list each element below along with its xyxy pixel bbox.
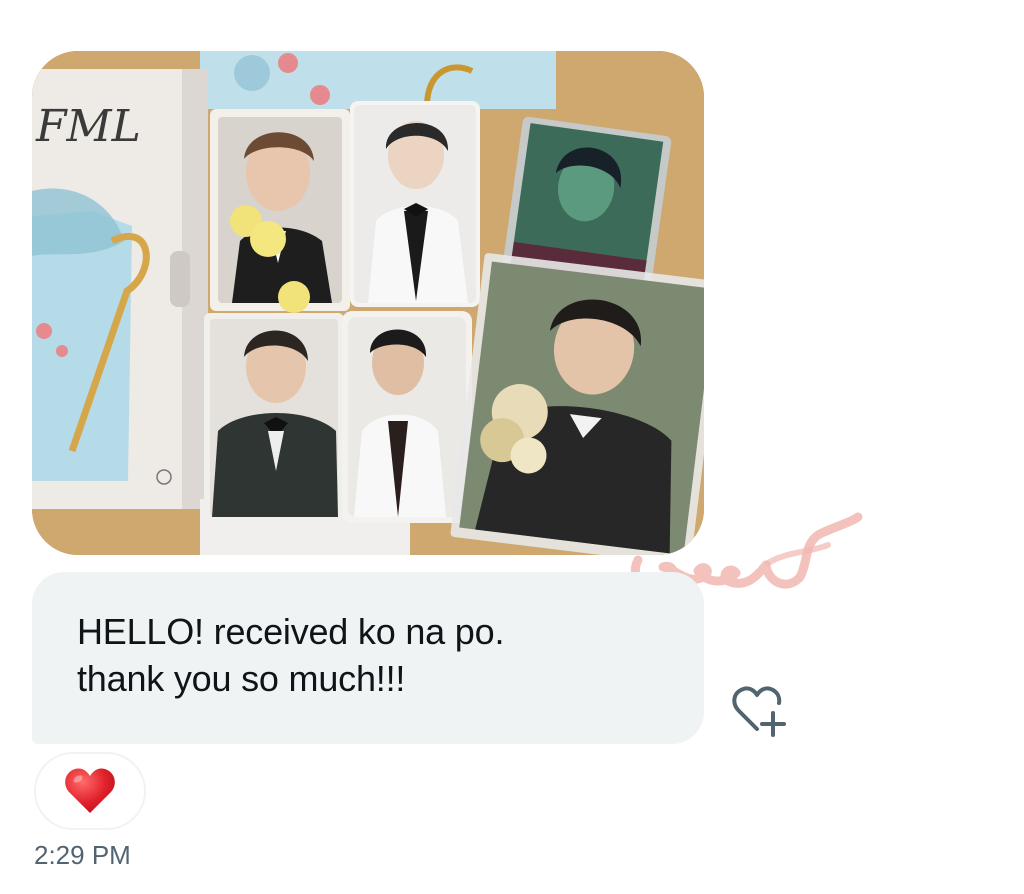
photo-image: FML	[32, 51, 704, 555]
add-reaction-button[interactable]	[730, 684, 792, 740]
message-bubble[interactable]: HELLO! received ko na po. thank you so m…	[32, 572, 704, 744]
reaction-pill[interactable]	[34, 752, 146, 830]
message-line-1: HELLO! received ko na po.	[77, 611, 505, 652]
message-timestamp: 2:29 PM	[34, 840, 131, 870]
album-logo: FML	[35, 101, 141, 152]
heart-plus-icon	[732, 686, 786, 737]
red-heart-icon	[65, 768, 115, 813]
image-message[interactable]: FML	[32, 51, 704, 555]
message-line-2: thank you so much!!!	[77, 658, 406, 699]
